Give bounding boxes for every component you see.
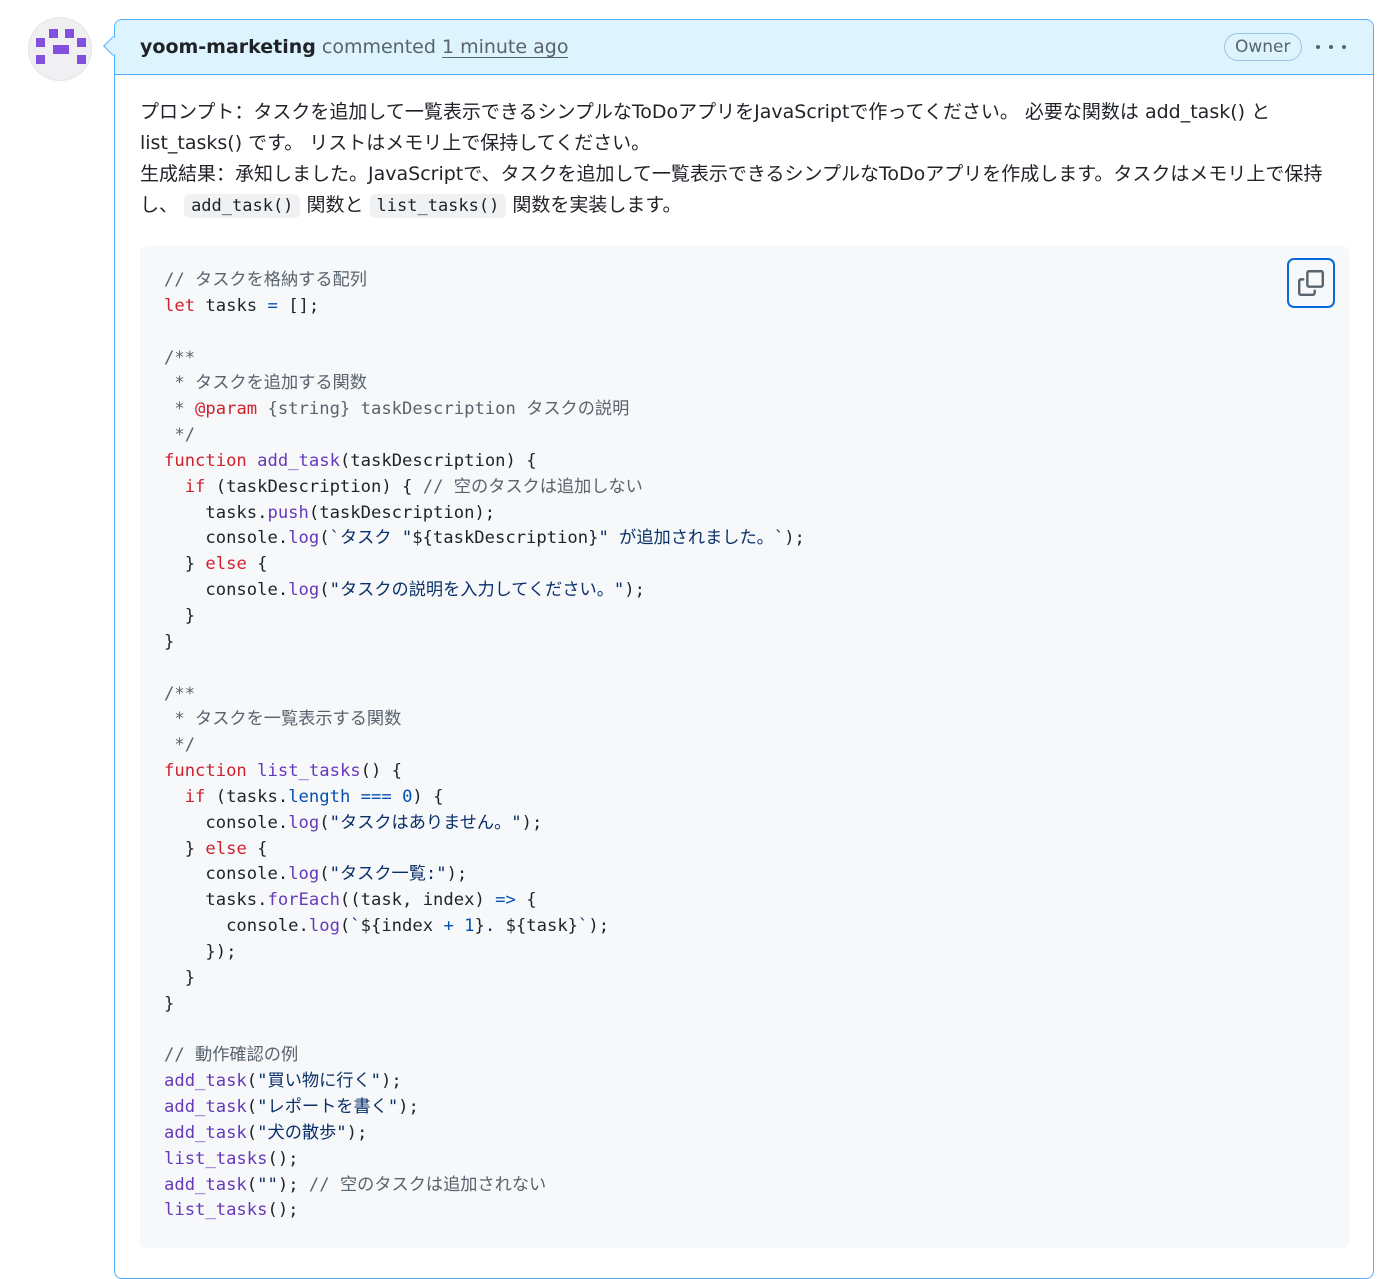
identicon-avatar-icon — [36, 29, 86, 64]
comment-prose: プロンプト：タスクを追加して一覧表示できるシンプルなToDoアプリをJavaSc… — [140, 97, 1349, 222]
comment-timestamp-link[interactable]: 1 minute ago — [441, 37, 569, 58]
copy-button[interactable] — [1287, 258, 1335, 308]
code-block: // タスクを格納する配列 let tasks = []; /** * タスクを… — [140, 246, 1349, 1248]
owner-badge: Owner — [1224, 33, 1302, 61]
comment-box: yoom-marketing commented 1 minute ago Ow… — [114, 19, 1374, 1279]
result-text-mid: 関数と — [306, 194, 364, 216]
comment-author-link[interactable]: yoom-marketing — [140, 36, 316, 58]
code-content[interactable]: // タスクを格納する配列 let tasks = []; /** * タスクを… — [164, 268, 1325, 1224]
inline-code-list-tasks: list_tasks() — [369, 194, 507, 218]
result-text-end: 関数を実装します。 — [512, 194, 682, 216]
inline-code-add-task: add_task() — [184, 194, 301, 218]
copy-icon — [1298, 270, 1324, 296]
result-paragraph: 生成結果：承知しました。JavaScriptで、タスクを追加して一覧表示できるシ… — [140, 159, 1349, 222]
comment-action-text: commented — [321, 36, 436, 58]
prompt-paragraph: プロンプト：タスクを追加して一覧表示できるシンプルなToDoアプリをJavaSc… — [140, 101, 1271, 154]
comment-body: プロンプト：タスクを追加して一覧表示できるシンプルなToDoアプリをJavaSc… — [115, 75, 1373, 1248]
kebab-horizontal-icon[interactable] — [1316, 34, 1346, 60]
comment-header: yoom-marketing commented 1 minute ago Ow… — [115, 20, 1373, 75]
avatar[interactable] — [28, 17, 92, 81]
